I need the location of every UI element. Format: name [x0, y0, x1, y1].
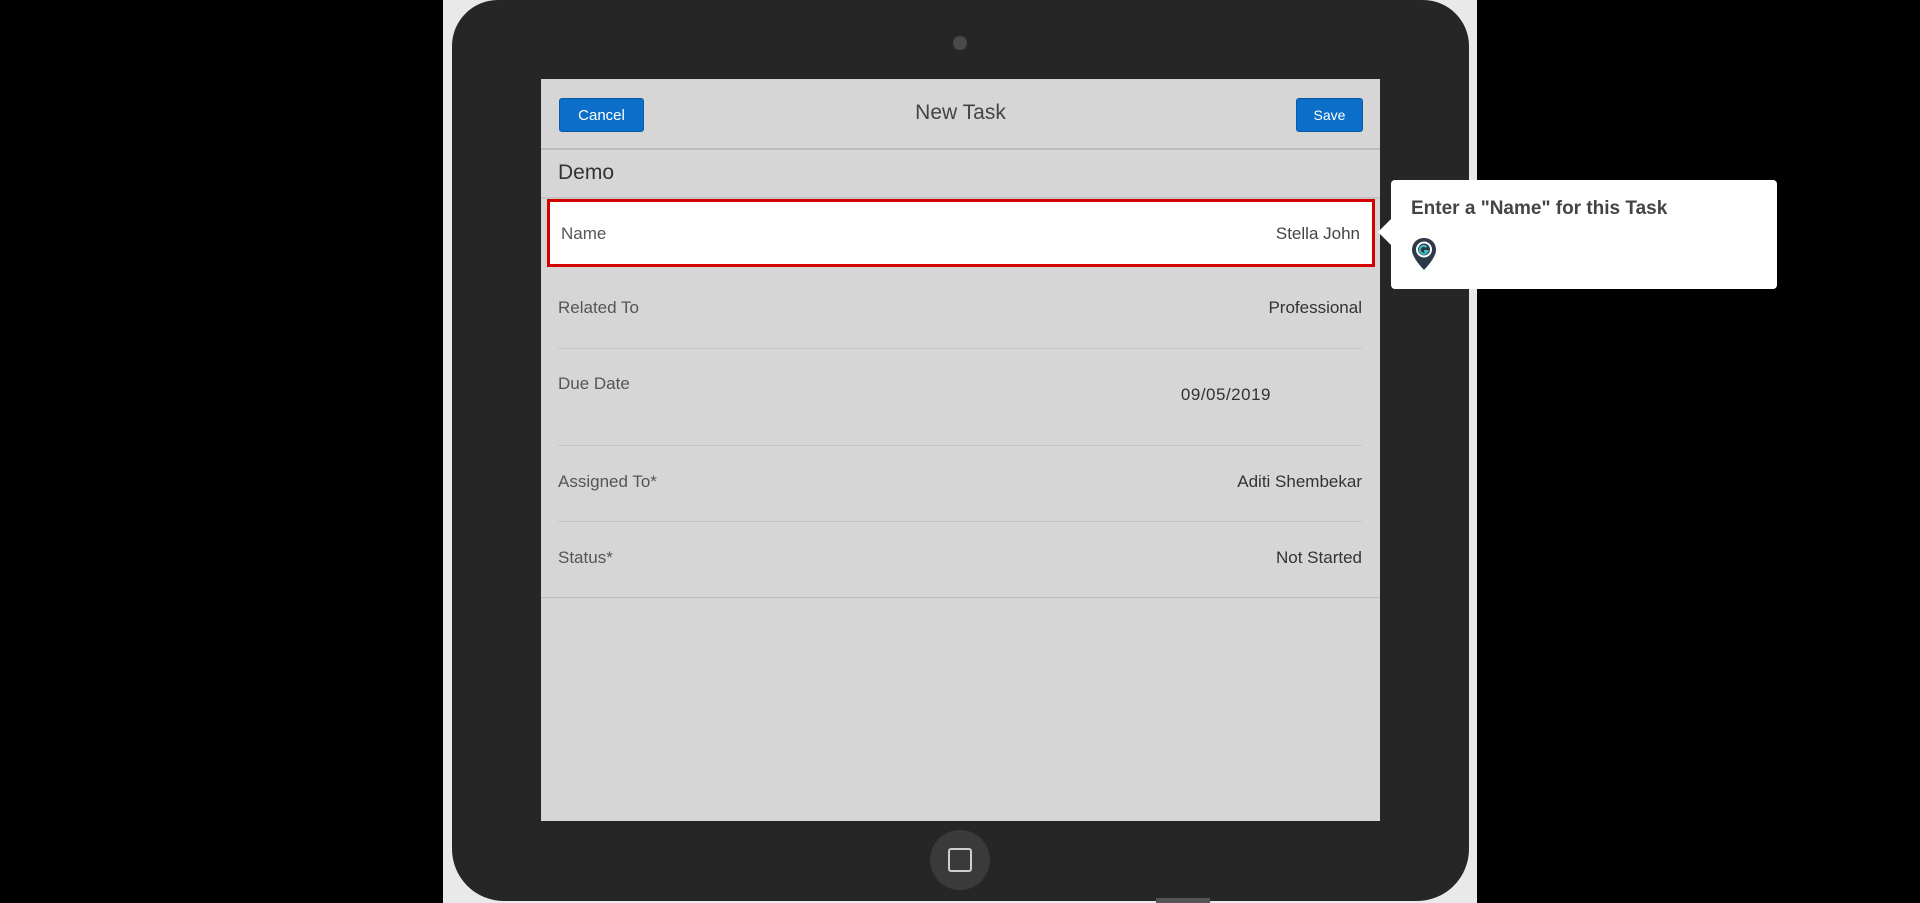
- due-date-value[interactable]: 09/05/2019: [1181, 385, 1271, 405]
- status-label: Status*: [558, 548, 613, 567]
- row-divider: [558, 521, 1362, 522]
- home-button[interactable]: [930, 830, 990, 890]
- section-title: Demo: [558, 161, 615, 184]
- related-to-field-row[interactable]: Related To Professional: [558, 298, 1362, 328]
- name-value[interactable]: Stella John: [1276, 224, 1360, 244]
- assigned-to-field-row[interactable]: Assigned To* Aditi Shembekar: [558, 472, 1362, 502]
- due-date-value-wrap: 09/05/2019: [558, 385, 1362, 415]
- list-bottom-divider: [541, 597, 1380, 598]
- status-value[interactable]: Not Started: [1276, 548, 1362, 568]
- related-to-label: Related To: [558, 298, 639, 317]
- tooltip-arrow: [1378, 219, 1391, 245]
- task-header: Cancel New Task Save: [541, 79, 1380, 150]
- row-divider: [558, 348, 1362, 349]
- name-field-row[interactable]: Name Stella John: [547, 199, 1375, 267]
- row-divider: [558, 445, 1362, 446]
- name-label: Name: [561, 224, 607, 243]
- app-screen: Cancel New Task Save Demo Name Stella Jo…: [541, 79, 1380, 821]
- guide-pin-icon[interactable]: [1411, 237, 1437, 271]
- save-button[interactable]: Save: [1296, 98, 1363, 132]
- device-notch: [1156, 898, 1210, 903]
- status-field-row[interactable]: Status* Not Started: [558, 548, 1362, 578]
- assigned-to-label: Assigned To*: [558, 472, 657, 491]
- page-title: New Task: [915, 101, 1006, 124]
- tooltip-text: Enter a "Name" for this Task: [1411, 198, 1668, 219]
- camera-icon: [953, 36, 967, 50]
- assigned-to-value[interactable]: Aditi Shembekar: [1237, 472, 1362, 492]
- home-square-icon: [948, 848, 972, 872]
- guide-tooltip: Enter a "Name" for this Task: [1391, 180, 1777, 289]
- related-to-value[interactable]: Professional: [1268, 298, 1362, 318]
